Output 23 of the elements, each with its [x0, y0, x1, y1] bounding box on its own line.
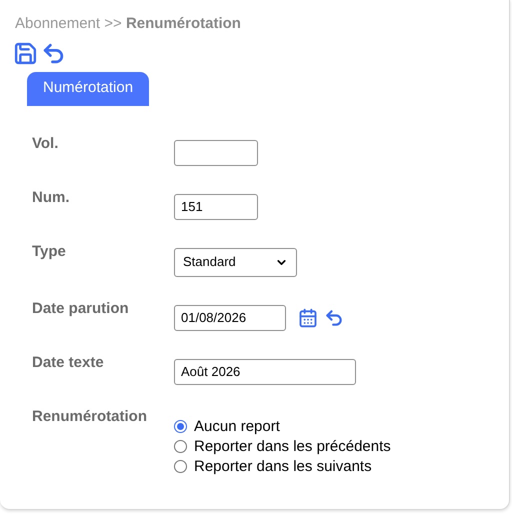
save-icon[interactable]	[13, 40, 38, 66]
field-label: Date parution	[32, 298, 130, 318]
text-field[interactable]: Août 2026	[174, 358, 356, 384]
radio-button[interactable]	[174, 460, 187, 473]
field-label: Type	[32, 242, 67, 262]
type-dropdown[interactable]: Standard	[174, 248, 297, 276]
text-field[interactable]	[174, 140, 258, 166]
radio-button[interactable]	[174, 420, 187, 433]
field-label: Date texte	[32, 352, 105, 372]
calendar-icon[interactable]	[298, 308, 318, 328]
date-field[interactable]: 01/08/2026	[174, 304, 286, 330]
field-label: Renumérotation	[32, 406, 148, 426]
radio-option[interactable]: Reporter dans les précédents	[174, 436, 391, 456]
text-field[interactable]: 151	[174, 194, 258, 220]
field-label: Vol.	[32, 134, 60, 154]
breadcrumb-separator: >>	[104, 15, 122, 32]
tab[interactable]: Numérotation	[27, 72, 150, 106]
radio-option[interactable]: Reporter dans les suivants	[174, 456, 391, 476]
breadcrumb-current: Renumérotation	[126, 15, 241, 32]
radio-button[interactable]	[174, 440, 187, 453]
radio-option[interactable]: Aucun report	[174, 416, 391, 436]
undo-icon[interactable]	[324, 308, 344, 328]
field-label: Num.	[32, 188, 70, 208]
